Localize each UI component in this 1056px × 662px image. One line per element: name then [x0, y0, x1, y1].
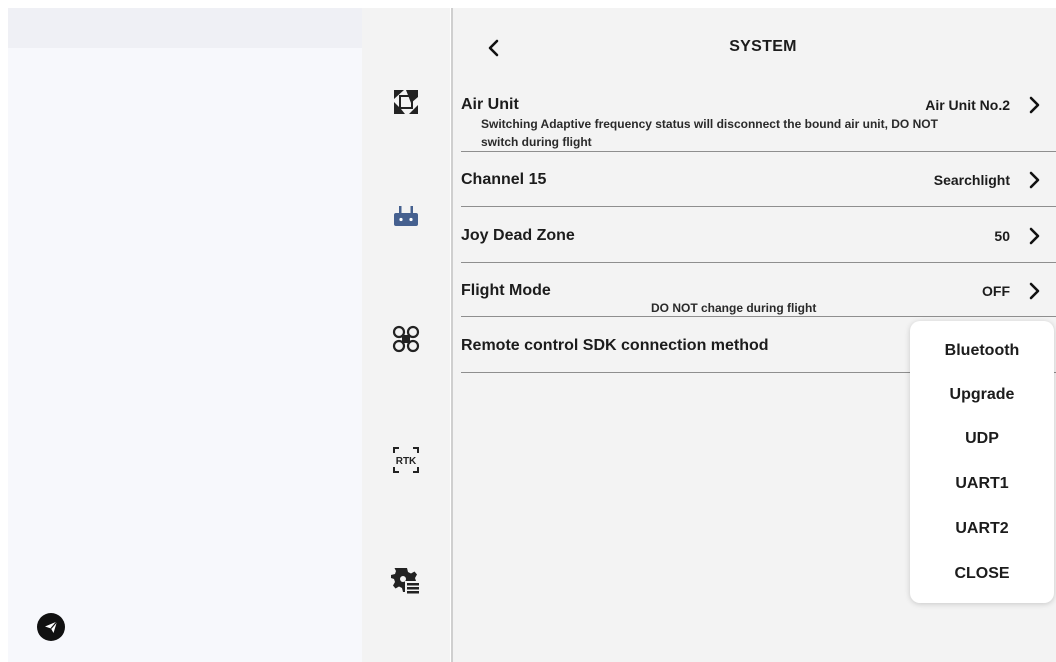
sdk-option-close[interactable]: CLOSE [910, 565, 1054, 583]
flight-mode-label: Flight Mode [461, 282, 551, 299]
joy-dead-zone-value: 50 [994, 228, 1010, 244]
air-unit-warning-line2: switch during flight [481, 135, 592, 149]
air-unit-row[interactable]: Air Unit Air Unit No.2 Switching Adaptiv… [461, 96, 1056, 152]
air-unit-label: Air Unit [461, 96, 519, 113]
air-unit-value: Air Unit No.2 [925, 97, 1010, 113]
flight-mode-value: OFF [982, 283, 1010, 299]
divider [461, 316, 1056, 317]
divider [461, 262, 1056, 263]
page-title: SYSTEM [729, 38, 797, 55]
remote-controller-icon[interactable] [389, 200, 423, 234]
joy-dead-zone-row[interactable]: Joy Dead Zone 50 [461, 227, 1056, 251]
back-button[interactable] [482, 36, 506, 60]
rtk-icon[interactable]: RTK [389, 443, 423, 477]
channel-15-value: Searchlight [933, 172, 1010, 188]
flight-mode-row[interactable]: Flight Mode OFF DO NOT change during fli… [461, 282, 1056, 316]
air-unit-warning-line1: Switching Adaptive frequency status will… [481, 117, 938, 131]
sdk-connection-dropdown: Bluetooth Upgrade UDP UART1 UART2 CLOSE [910, 321, 1054, 603]
camera-aperture-icon[interactable] [389, 85, 423, 119]
chevron-right-icon [1029, 96, 1040, 114]
divider [461, 206, 1056, 207]
send-icon[interactable] [37, 613, 65, 641]
sdk-option-uart1[interactable]: UART1 [910, 475, 1054, 493]
chevron-right-icon [1029, 171, 1040, 189]
drone-icon[interactable] [389, 322, 423, 356]
left-pane [8, 8, 362, 662]
gear-settings-icon[interactable] [389, 564, 423, 598]
channel-15-row[interactable]: Channel 15 Searchlight [461, 171, 1056, 195]
chevron-right-icon [1029, 227, 1040, 245]
divider [461, 151, 1056, 152]
chevron-right-icon [1029, 282, 1040, 300]
sdk-option-upgrade[interactable]: Upgrade [910, 386, 1054, 404]
flight-mode-warning: DO NOT change during flight [651, 301, 817, 315]
joy-dead-zone-label: Joy Dead Zone [461, 227, 575, 244]
left-top-strip [8, 8, 362, 48]
rtk-icon-label: RTK [396, 456, 417, 467]
sdk-option-bluetooth[interactable]: Bluetooth [910, 342, 1054, 360]
sdk-connection-label: Remote control SDK connection method [461, 337, 769, 354]
channel-15-label: Channel 15 [461, 171, 547, 188]
sdk-option-udp[interactable]: UDP [910, 430, 1054, 448]
chevron-left-icon [488, 39, 499, 57]
sdk-option-uart2[interactable]: UART2 [910, 520, 1054, 538]
